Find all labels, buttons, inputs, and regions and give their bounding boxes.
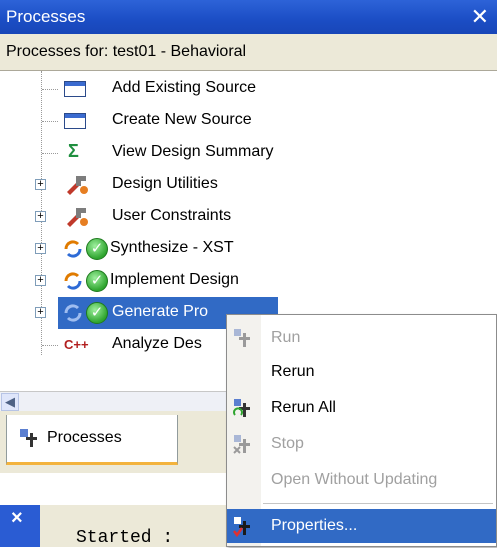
console-text: Started :	[76, 528, 174, 548]
tools-icon	[67, 208, 88, 227]
sigma-icon: Σ	[68, 141, 79, 161]
tree-item-label: Synthesize - XST	[110, 239, 234, 256]
refresh-icon	[64, 240, 82, 258]
expand-icon[interactable]: +	[35, 211, 46, 222]
context-menu[interactable]: Run Rerun Rerun All Stop Open Without Up…	[226, 314, 497, 547]
console-close-icon[interactable]: ×	[11, 507, 23, 530]
check-icon: ✓	[86, 238, 108, 260]
expand-icon[interactable]: +	[35, 275, 46, 286]
tree-item-view-design-summary[interactable]: Σ View Design Summary	[0, 137, 497, 169]
close-icon[interactable]: ✕	[471, 4, 489, 30]
processes-for-label: Processes for: test01 - Behavioral	[6, 43, 247, 60]
menu-item-label: Run	[271, 329, 301, 346]
run-icon	[234, 329, 250, 347]
menu-item-properties[interactable]: Properties...	[227, 509, 496, 543]
tree-item-create-new-source[interactable]: Create New Source	[0, 105, 497, 137]
menu-item-label: Stop	[271, 435, 304, 452]
check-icon: ✓	[86, 270, 108, 292]
menu-item-rerun-all[interactable]: Rerun All	[227, 391, 496, 425]
window-title: Processes	[6, 7, 86, 26]
tree-item-design-utilities[interactable]: + Design Utilities	[0, 169, 497, 201]
check-icon: ✓	[86, 302, 108, 324]
tools-icon	[67, 176, 88, 195]
properties-icon	[233, 517, 250, 537]
tree-item-implement-design[interactable]: + ✓ Implement Design	[0, 265, 497, 297]
refresh-icon	[64, 272, 82, 290]
panel-tab-strip: Processes	[0, 411, 226, 473]
menu-item-label: Properties...	[271, 517, 358, 534]
window-title-bar[interactable]: Processes ✕	[0, 0, 497, 34]
menu-item-label: Open Without Updating	[271, 471, 438, 488]
stop-icon	[233, 435, 250, 454]
menu-item-rerun[interactable]: Rerun	[227, 355, 496, 389]
tree-item-label: Generate Pro	[112, 303, 209, 320]
tree-item-user-constraints[interactable]: + User Constraints	[0, 201, 497, 233]
expand-icon[interactable]: +	[35, 307, 46, 318]
tree-item-synthesize-xst[interactable]: + ✓ Synthesize - XST	[0, 233, 497, 265]
menu-item-label: Rerun All	[271, 399, 336, 416]
tab-processes[interactable]: Processes	[6, 415, 178, 465]
add-source-icon	[64, 81, 86, 97]
expand-icon[interactable]: +	[35, 243, 46, 254]
menu-item-run[interactable]: Run	[227, 321, 496, 355]
console-side-bar: ×	[0, 505, 40, 547]
tree-item-label: Implement Design	[110, 271, 239, 288]
menu-separator	[263, 503, 493, 504]
tree-item-label: User Constraints	[112, 207, 232, 224]
tree-item-label: Create New Source	[112, 111, 252, 128]
rerun-all-icon	[233, 399, 250, 417]
expand-icon[interactable]: +	[35, 179, 46, 190]
tree-item-label: Analyze Des	[112, 335, 202, 352]
processes-tab-icon	[20, 429, 37, 447]
tab-label: Processes	[47, 429, 122, 446]
menu-item-stop[interactable]: Stop	[227, 427, 496, 461]
tree-item-add-existing-source[interactable]: Add Existing Source	[0, 73, 497, 105]
new-source-icon	[64, 113, 86, 129]
tree-item-label: Design Utilities	[112, 175, 218, 192]
tree-item-label: Add Existing Source	[112, 79, 257, 96]
refresh-icon	[64, 304, 82, 322]
cpp-icon: C++	[64, 337, 89, 352]
menu-item-open-without-updating[interactable]: Open Without Updating	[227, 463, 496, 497]
processes-for-header: Processes for: test01 - Behavioral	[0, 34, 497, 71]
tree-item-label: View Design Summary	[112, 143, 274, 160]
menu-item-label: Rerun	[271, 363, 315, 380]
scroll-left-icon[interactable]: ◀	[1, 393, 19, 411]
horizontal-scrollbar[interactable]: ◀	[0, 391, 226, 412]
